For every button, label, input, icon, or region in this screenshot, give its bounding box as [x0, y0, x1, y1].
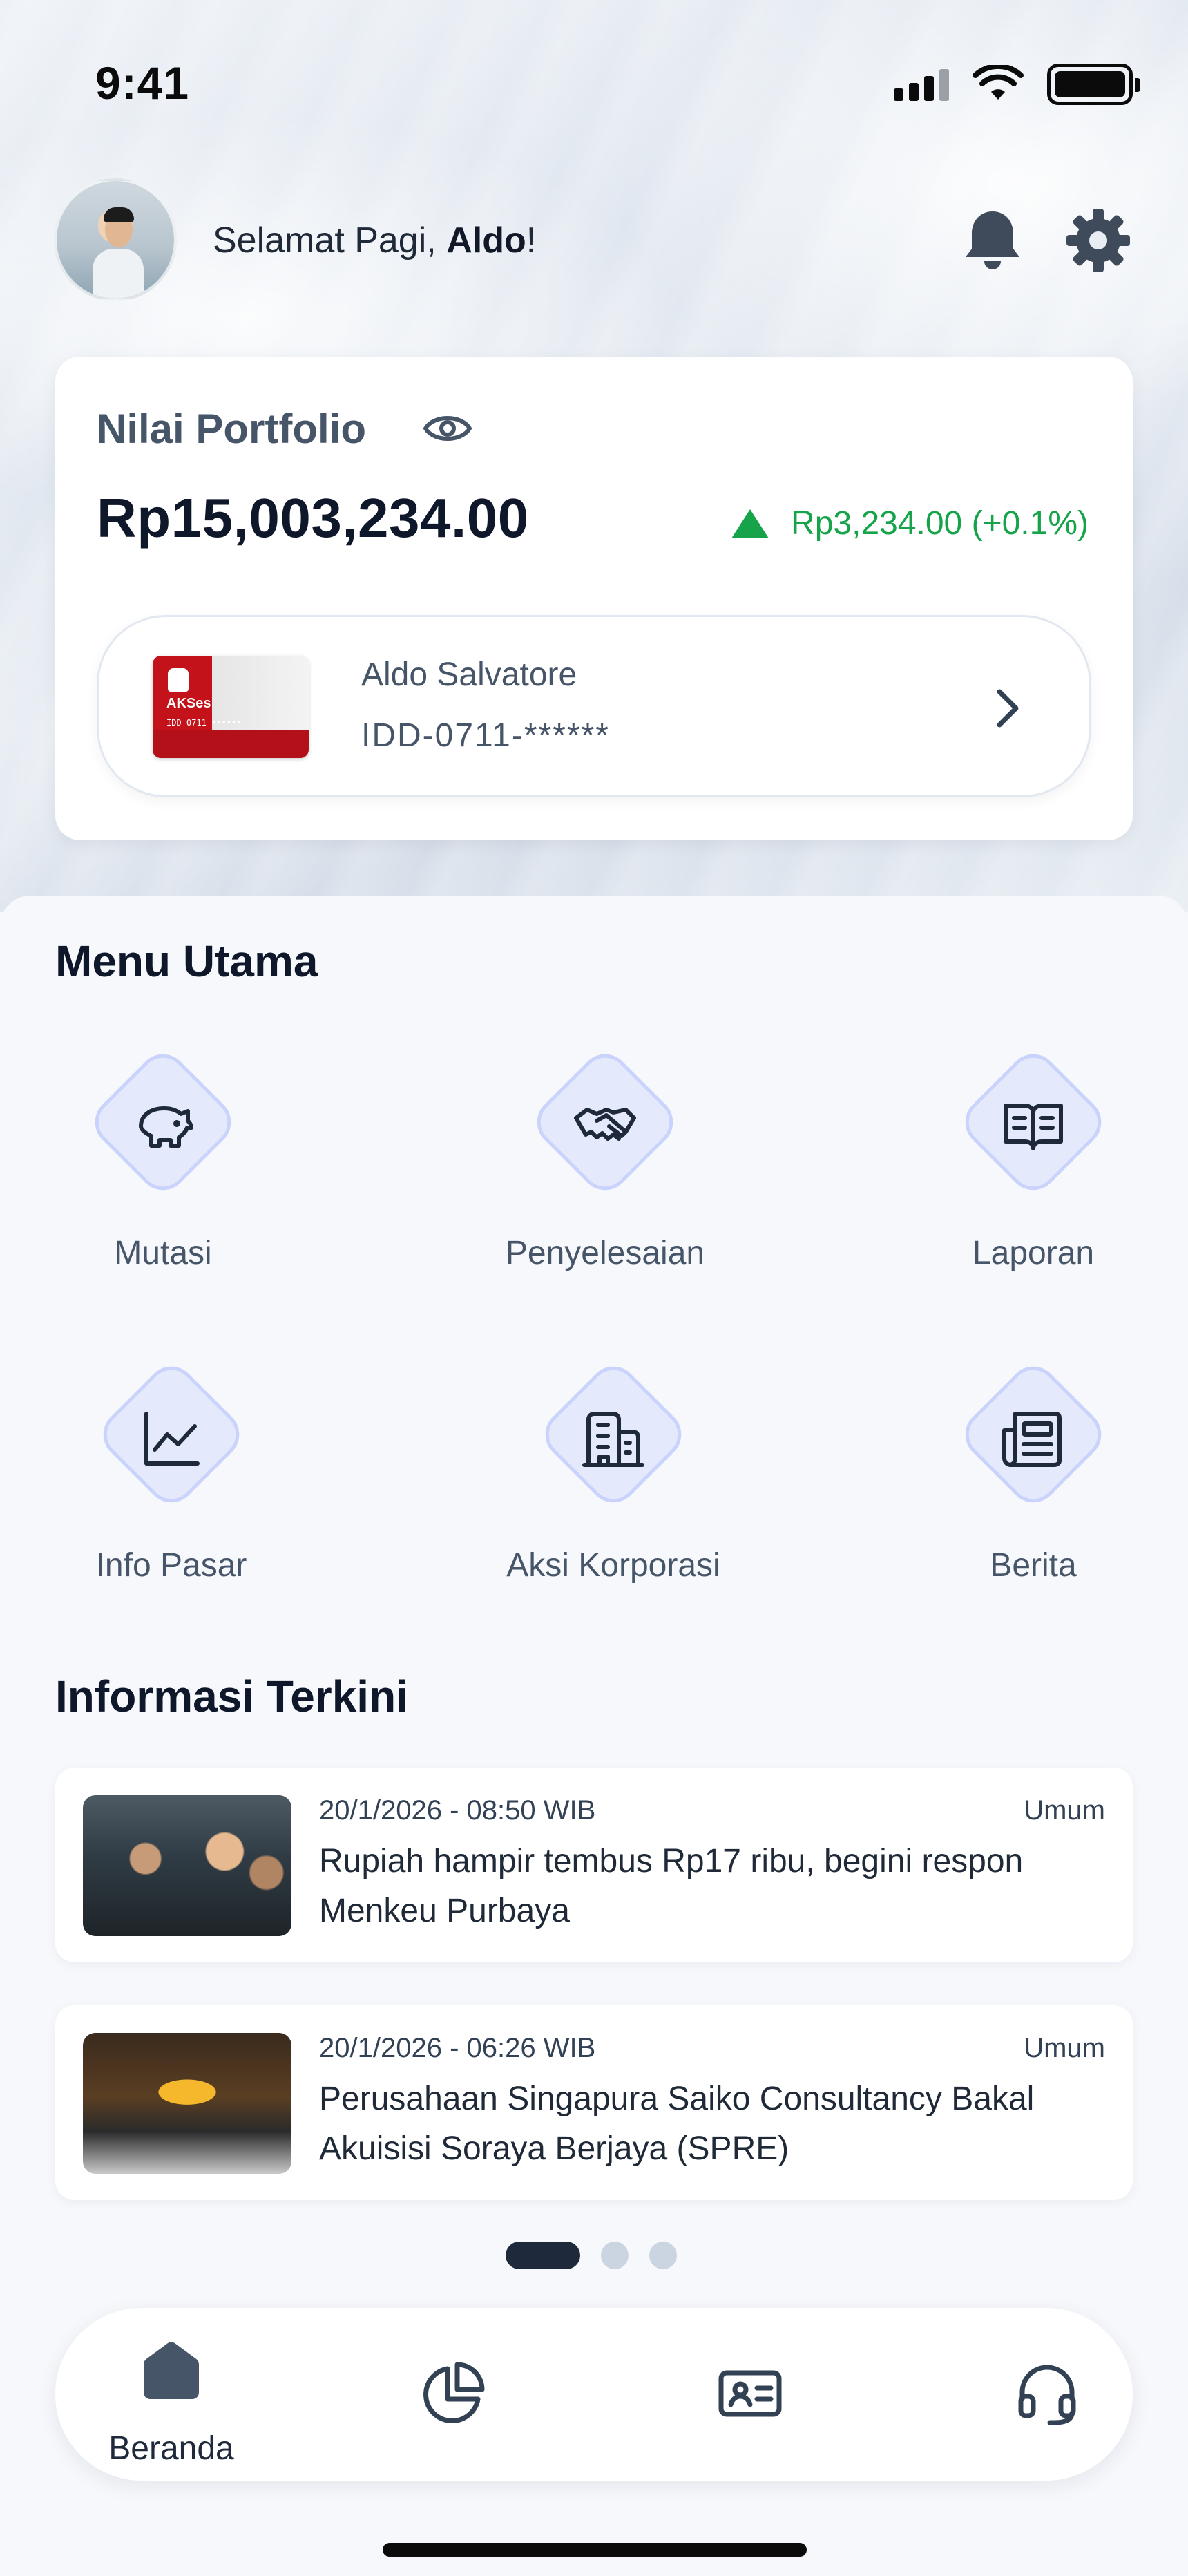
- status-time: 9:41: [95, 57, 190, 108]
- book-open-icon: [1004, 1104, 1063, 1150]
- portfolio-value: Rp15,003,234.00: [97, 487, 529, 549]
- account-id: IDD-0711-******: [361, 717, 610, 754]
- menu-item-mutasi[interactable]: Mutasi: [39, 1036, 287, 1313]
- wifi-icon: [973, 65, 1024, 100]
- news-category: Umum: [1024, 1795, 1105, 1826]
- id-card-icon: [718, 2370, 782, 2417]
- nav-item-portfolio[interactable]: [363, 2308, 543, 2481]
- menu-label: Berita: [990, 1547, 1077, 1584]
- signal-icon: [894, 68, 949, 101]
- handshake-icon: [574, 1108, 636, 1141]
- news-time: 20/1/2026 - 06:26 WIB: [319, 2033, 596, 2063]
- menu-item-info-pasar[interactable]: Info Pasar: [47, 1349, 296, 1625]
- portfolio-card: Nilai Portfolio Rp15,003,234.00 Rp3,234.…: [55, 357, 1133, 840]
- user-name: Aldo: [446, 220, 526, 261]
- newspaper-icon: [1002, 1412, 1062, 1467]
- news-category: Umum: [1024, 2033, 1105, 2063]
- pie-chart-icon: [423, 2362, 485, 2423]
- menu-item-penyelesaian[interactable]: Penyelesaian: [481, 1036, 729, 1313]
- news-thumbnail: [83, 1795, 291, 1936]
- portfolio-title: Nilai Portfolio: [97, 406, 366, 452]
- notification-button[interactable]: [961, 206, 1024, 275]
- headset-icon: [1018, 2365, 1076, 2425]
- menu-item-aksi-korporasi[interactable]: Aksi Korporasi: [489, 1349, 738, 1625]
- nav-item-support[interactable]: [957, 2308, 1137, 2481]
- nav-item-beranda[interactable]: Beranda: [82, 2308, 261, 2481]
- portfolio-change-text: Rp3,234.00 (+0.1%): [791, 505, 1089, 542]
- menu-label: Mutasi: [114, 1235, 212, 1271]
- news-card[interactable]: 20/1/2026 - 08:50 WIB Umum Rupiah hampir…: [55, 1768, 1133, 1962]
- nav-item-account[interactable]: [660, 2308, 840, 2481]
- piggy-bank-icon: [139, 1106, 193, 1148]
- akses-card-image: AKSes IDD 0711 ••••••: [153, 656, 309, 758]
- home-indicator: [383, 2543, 807, 2557]
- greeting-text: Selamat Pagi, Aldo!: [213, 220, 537, 261]
- bell-icon: [966, 211, 1019, 269]
- carousel-pager[interactable]: [506, 2242, 677, 2269]
- eye-icon[interactable]: [423, 408, 472, 449]
- settings-button[interactable]: [1064, 206, 1133, 275]
- status-bar: 9:41: [0, 0, 1188, 152]
- menu-label: Aksi Korporasi: [506, 1547, 720, 1584]
- pager-dot[interactable]: [601, 2242, 629, 2269]
- triangle-up-icon: [731, 509, 769, 538]
- menu-label: Penyelesaian: [505, 1235, 705, 1271]
- menu-label: Info Pasar: [95, 1547, 247, 1584]
- portfolio-change: Rp3,234.00 (+0.1%): [730, 504, 1089, 542]
- gear-icon: [1066, 209, 1130, 272]
- news-title: Informasi Terkini: [55, 1671, 408, 1721]
- news-headline: Perusahaan Singapura Saiko Consultancy B…: [319, 2081, 1035, 2167]
- bottom-nav: Beranda: [55, 2308, 1133, 2481]
- menu-title: Menu Utama: [55, 936, 318, 986]
- menu-item-berita[interactable]: Berita: [909, 1349, 1158, 1625]
- news-card[interactable]: 20/1/2026 - 06:26 WIB Umum Perusahaan Si…: [55, 2005, 1133, 2200]
- pager-dot[interactable]: [649, 2242, 677, 2269]
- menu-item-laporan[interactable]: Laporan: [909, 1036, 1158, 1313]
- menu-label: Laporan: [972, 1235, 1095, 1271]
- home-icon: [144, 2342, 199, 2399]
- account-row[interactable]: AKSes IDD 0711 •••••• Aldo Salvatore IDD…: [97, 615, 1091, 797]
- chevron-right-icon: [997, 689, 1019, 728]
- line-chart-icon: [144, 1412, 200, 1466]
- news-thumbnail: [83, 2033, 291, 2174]
- status-icons: [894, 64, 1140, 105]
- avatar[interactable]: [54, 178, 177, 301]
- news-headline: Rupiah hampir tembus Rp17 ribu, begini r…: [319, 1843, 1024, 1929]
- nav-label: Beranda: [108, 2430, 234, 2467]
- building-icon: [582, 1412, 644, 1467]
- battery-icon: [1047, 64, 1140, 105]
- account-name: Aldo Salvatore: [361, 656, 577, 693]
- news-time: 20/1/2026 - 08:50 WIB: [319, 1795, 596, 1826]
- pager-dot-active[interactable]: [506, 2242, 580, 2269]
